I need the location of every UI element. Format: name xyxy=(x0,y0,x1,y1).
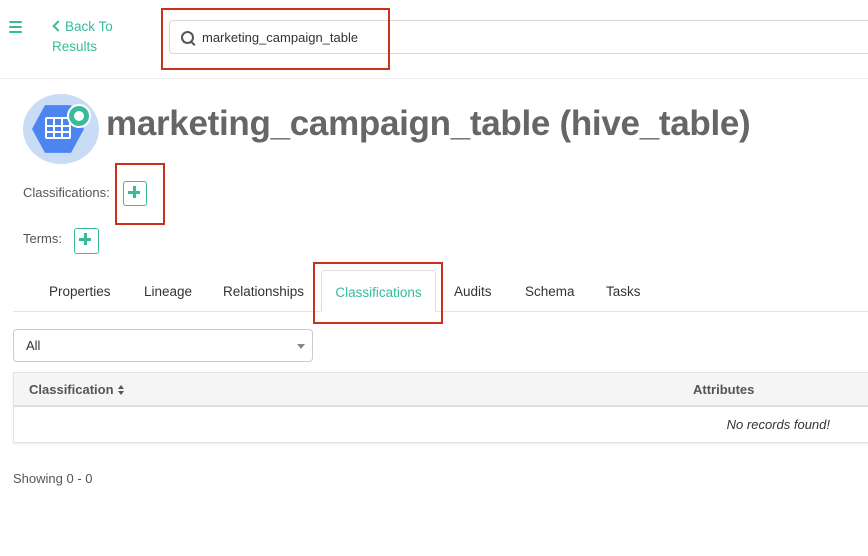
classifications-label: Classifications: xyxy=(23,185,110,200)
hive-table-icon xyxy=(23,94,99,164)
search-input[interactable] xyxy=(202,21,802,53)
sort-icon[interactable] xyxy=(117,385,124,395)
filter-selected-value: All xyxy=(26,338,41,353)
empty-table-message: No records found! xyxy=(726,417,830,432)
column-header-classification[interactable]: Classification xyxy=(29,373,124,406)
entity-title: marketing_campaign_table (hive_table) xyxy=(106,104,751,143)
column-header-attributes: Attributes xyxy=(693,382,755,397)
tab-properties[interactable]: Properties xyxy=(49,270,111,312)
tab-classifications[interactable]: Classifications xyxy=(321,270,436,312)
tab-lineage[interactable]: Lineage xyxy=(144,270,192,312)
add-term-button[interactable] xyxy=(74,228,99,254)
add-classification-button[interactable] xyxy=(123,181,147,206)
search-box[interactable] xyxy=(169,20,868,54)
hamburger-icon[interactable] xyxy=(9,21,22,33)
column-header-classification-label: Classification xyxy=(29,382,114,397)
caret-down-icon xyxy=(297,344,305,349)
search-icon xyxy=(181,31,194,44)
terms-label: Terms: xyxy=(23,231,62,246)
chevron-left-icon xyxy=(52,20,64,32)
tab-relationships[interactable]: Relationships xyxy=(223,270,304,312)
classifications-table: Classification Attributes No records fou… xyxy=(13,372,868,443)
tab-schema[interactable]: Schema xyxy=(525,270,575,312)
tab-tasks[interactable]: Tasks xyxy=(606,270,641,312)
tab-bar: Properties Lineage Relationships Classif… xyxy=(13,270,868,312)
back-to-results-link[interactable]: Back To Results xyxy=(52,17,132,57)
classification-filter-select[interactable]: All xyxy=(13,329,313,362)
pagination-status: Showing 0 - 0 xyxy=(13,471,93,486)
header-divider xyxy=(0,78,868,79)
table-header: Classification Attributes xyxy=(14,373,868,407)
tab-audits[interactable]: Audits xyxy=(454,270,492,312)
